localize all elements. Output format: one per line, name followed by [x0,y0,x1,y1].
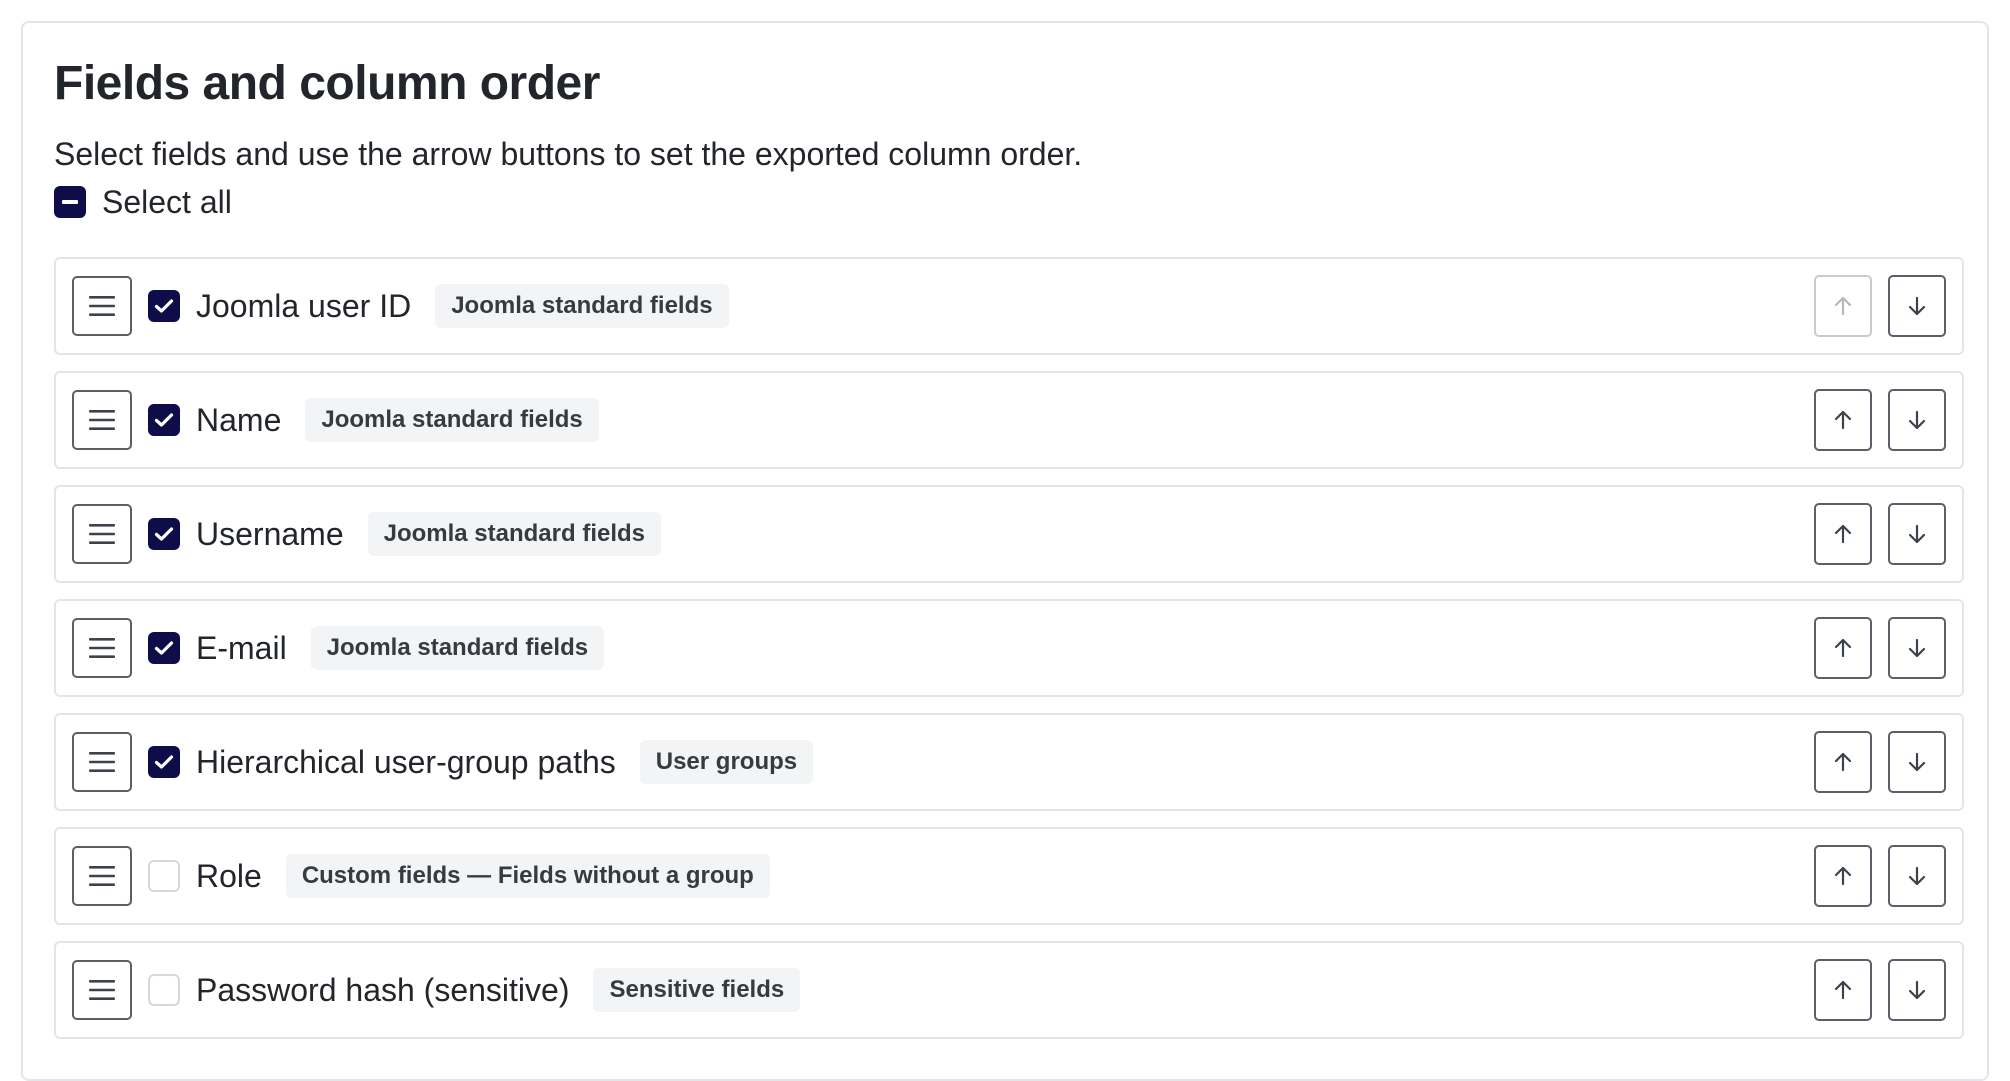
drag-handle-icon [89,752,115,772]
checkmark-icon [154,641,174,655]
row-order-controls [1814,845,1946,907]
drag-handle-icon [89,980,115,1000]
move-down-button[interactable] [1888,389,1946,451]
field-row: E-mail Joomla standard fields [54,599,1964,697]
field-group-badge: Sensitive fields [593,968,801,1012]
drag-handle-icon [89,296,115,316]
arrow-down-icon [1908,524,1926,544]
row-order-controls [1814,503,1946,565]
drag-handle-button[interactable] [72,390,132,450]
minus-icon [54,186,86,218]
drag-handle-icon [89,524,115,544]
field-group-badge: Joomla standard fields [367,512,662,556]
arrow-down-icon [1908,410,1926,430]
row-order-controls [1814,617,1946,679]
arrow-up-icon [1834,980,1852,1000]
arrow-down-icon [1908,866,1926,886]
move-down-button[interactable] [1888,617,1946,679]
section-description: Select fields and use the arrow buttons … [54,136,1083,172]
drag-handle-icon [89,410,115,430]
field-checkbox[interactable] [148,974,180,1006]
field-group-badge: Joomla standard fields [310,626,605,670]
field-label: Role [196,857,262,894]
move-up-button[interactable] [1814,389,1872,451]
field-label: Joomla user ID [196,287,412,324]
drag-handle-button[interactable] [72,846,132,906]
field-label: Name [196,401,282,438]
field-label: Password hash (sensitive) [196,971,570,1008]
field-group-badge: User groups [639,740,814,784]
select-all-label: Select all [102,183,232,220]
drag-handle-button[interactable] [72,732,132,792]
arrow-up-icon [1834,866,1852,886]
move-up-button [1814,275,1872,337]
arrow-up-icon [1834,752,1852,772]
field-checkbox[interactable] [148,404,180,436]
drag-handle-icon [89,866,115,886]
arrow-down-icon [1908,752,1926,772]
field-group-badge: Joomla standard fields [305,398,599,442]
checkmark-icon [154,299,174,313]
select-all-checkbox[interactable]: Select all [54,182,232,222]
field-group-badge: Joomla standard fields [435,284,729,328]
move-down-button[interactable] [1888,731,1946,793]
field-row: Password hash (sensitive) Sensitive fiel… [54,941,1964,1039]
drag-handle-button[interactable] [72,504,132,564]
field-row: Joomla user ID Joomla standard fields [54,257,1964,355]
field-group-badge: Custom fields — Fields without a group [285,854,770,898]
field-checkbox[interactable] [148,860,180,892]
field-label: Username [196,515,344,552]
drag-handle-button[interactable] [72,276,132,336]
field-label: E-mail [196,629,287,666]
move-up-button[interactable] [1814,503,1872,565]
drag-handle-button[interactable] [72,960,132,1020]
field-list: Joomla user ID Joomla standard fields Na… [54,257,1964,1055]
drag-handle-icon [89,638,115,658]
arrow-down-icon [1908,980,1926,1000]
arrow-up-icon [1834,524,1852,544]
field-checkbox[interactable] [148,518,180,550]
move-up-button[interactable] [1814,617,1872,679]
move-up-button[interactable] [1814,959,1872,1021]
field-label: Hierarchical user-group paths [196,743,616,780]
field-row: Username Joomla standard fields [54,485,1964,583]
checkmark-icon [154,527,174,541]
section-title: Fields and column order [54,57,600,110]
move-down-button[interactable] [1888,845,1946,907]
row-order-controls [1814,275,1946,337]
field-checkbox[interactable] [148,290,180,322]
move-down-button[interactable] [1888,959,1946,1021]
row-order-controls [1814,959,1946,1021]
checkmark-icon [154,755,174,769]
arrow-up-icon [1834,638,1852,658]
arrow-down-icon [1908,638,1926,658]
move-up-button[interactable] [1814,731,1872,793]
move-up-button[interactable] [1814,845,1872,907]
arrow-down-icon [1908,296,1926,316]
row-order-controls [1814,389,1946,451]
drag-handle-button[interactable] [72,618,132,678]
field-checkbox[interactable] [148,632,180,664]
arrow-up-icon [1834,296,1852,316]
move-down-button[interactable] [1888,275,1946,337]
arrow-up-icon [1834,410,1852,430]
row-order-controls [1814,731,1946,793]
field-row: Hierarchical user-group paths User group… [54,713,1964,811]
field-row: Role Custom fields — Fields without a gr… [54,827,1964,925]
checkmark-icon [154,413,174,427]
field-checkbox[interactable] [148,746,180,778]
move-down-button[interactable] [1888,503,1946,565]
field-row: Name Joomla standard fields [54,371,1964,469]
